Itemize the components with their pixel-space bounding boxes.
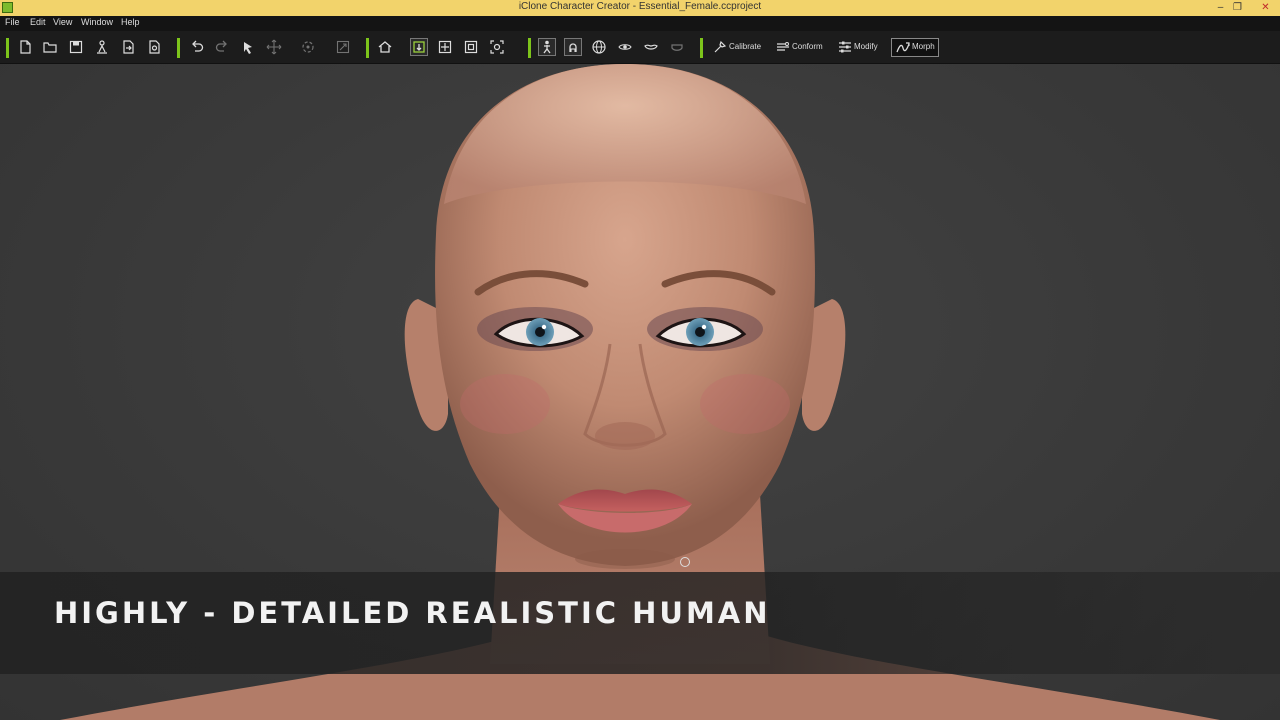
new-file-icon[interactable] — [17, 39, 33, 55]
toolbar-separator — [700, 38, 703, 58]
menu-edit[interactable]: Edit — [30, 17, 46, 27]
camera-view-icon[interactable] — [489, 39, 505, 55]
select-arrow-icon[interactable] — [240, 39, 256, 55]
close-button[interactable]: ✕ — [1257, 0, 1274, 16]
menu-file[interactable]: File — [5, 17, 20, 27]
scale-icon[interactable] — [335, 39, 351, 55]
move-icon[interactable] — [266, 39, 282, 55]
export-icon[interactable] — [120, 39, 136, 55]
undo-icon[interactable] — [189, 39, 205, 55]
conform-icon[interactable] — [775, 39, 791, 55]
lips-view-icon[interactable] — [643, 39, 659, 55]
menu-help[interactable]: Help — [121, 17, 140, 27]
modify-icon[interactable] — [837, 39, 853, 55]
open-folder-icon[interactable] — [42, 39, 58, 55]
toolbar-separator — [177, 38, 180, 58]
frame-all-icon[interactable] — [463, 39, 479, 55]
pick-parent-button[interactable] — [410, 38, 428, 56]
mouse-cursor — [680, 557, 690, 567]
wireframe-globe-icon[interactable] — [591, 39, 607, 55]
conform-button[interactable]: Conform — [792, 42, 823, 51]
menu-window[interactable]: Window — [81, 17, 113, 27]
minimize-button[interactable]: – — [1212, 0, 1229, 16]
main-toolbar: Calibrate Conform Modify Morph — [0, 31, 1280, 64]
toolbar-separator — [528, 38, 531, 58]
import-character-icon[interactable] — [94, 39, 110, 55]
menu-view[interactable]: View — [53, 17, 72, 27]
caption-text: HIGHLY - DETAILED REALISTIC HUMAN — [54, 596, 771, 630]
rotate-icon[interactable] — [300, 39, 316, 55]
window-title: iClone Character Creator - Essential_Fem… — [518, 1, 762, 12]
frame-selected-icon[interactable] — [437, 39, 453, 55]
home-camera-icon[interactable] — [377, 39, 393, 55]
menu-bar: File Edit View Window Help — [0, 16, 1280, 31]
redo-icon[interactable] — [214, 39, 230, 55]
toolbar-separator — [6, 38, 9, 58]
body-mode-button[interactable] — [538, 38, 556, 56]
restore-button[interactable]: ❐ — [1229, 0, 1246, 16]
export-settings-icon[interactable] — [146, 39, 162, 55]
morph-button[interactable]: Morph — [891, 38, 939, 57]
modify-button[interactable]: Modify — [854, 42, 878, 51]
save-icon[interactable] — [68, 39, 84, 55]
calibrate-button[interactable]: Calibrate — [729, 42, 761, 51]
teeth-view-icon[interactable] — [669, 39, 685, 55]
eye-view-icon[interactable] — [617, 39, 633, 55]
morph-icon — [895, 40, 911, 56]
toolbar-separator — [366, 38, 369, 58]
title-bar: iClone Character Creator - Essential_Fem… — [0, 0, 1280, 17]
morph-label: Morph — [912, 42, 935, 51]
calibrate-icon[interactable] — [712, 39, 728, 55]
head-mode-button[interactable] — [564, 38, 582, 56]
